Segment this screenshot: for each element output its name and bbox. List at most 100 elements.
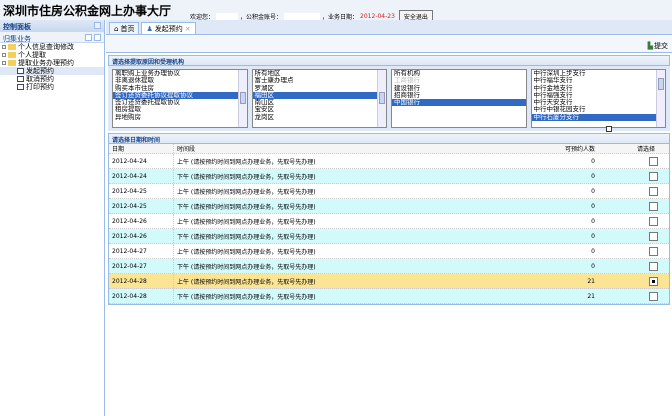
select-radio[interactable] xyxy=(649,231,658,241)
refresh-icon[interactable] xyxy=(85,34,92,41)
section-date-title: 请选择日期和时间 xyxy=(108,133,670,144)
app-header: 深圳市住房公积金网上办事大厅 欢迎您： ，公积金账号： ，业务日期： 2012-… xyxy=(0,0,672,23)
list-option[interactable]: 中国银行 xyxy=(392,98,526,107)
table-row[interactable]: 2012-04-24 下午 (请按预约时间到网点办理业务，先取号先办理) 0 xyxy=(109,169,669,184)
table-row[interactable]: 2012-04-25 上午 (请按预约时间到网点办理业务，先取号先办理) 0 xyxy=(109,184,669,199)
selection-lists: 离职购上业务办理协议 非离退休提取 购买本市住房 签订还贷委托协议提取协议 签订还贷委托… xyxy=(108,66,670,131)
section-reason-title: 请选择提取原因和受理机构 xyxy=(108,55,670,66)
tab-label: 首页 xyxy=(120,24,135,33)
tree-node[interactable]: 个人信息查询修改 xyxy=(0,43,104,51)
list-option[interactable]: 龙岗区 xyxy=(253,113,387,121)
tree-leaf-label: 打印预约 xyxy=(26,83,54,91)
select-radio[interactable] xyxy=(649,261,658,271)
page-icon xyxy=(17,68,24,74)
select-radio[interactable] xyxy=(649,186,658,196)
list-option[interactable]: 中行石厦分支行 xyxy=(531,113,665,122)
tab-home[interactable]: ⌂ 首页 xyxy=(109,22,140,34)
tree-leaf[interactable]: 打印预约 xyxy=(0,83,104,91)
scrollbar-thumb[interactable] xyxy=(239,92,246,104)
table-row[interactable]: 2012-04-27 下午 (请按预约时间到网点办理业务，先取号先办理) 0 xyxy=(109,259,669,274)
select-radio[interactable] xyxy=(649,246,658,256)
cell-count: 0 xyxy=(591,232,595,240)
table-row[interactable]: 2012-04-24 上午 (请按预约时间到网点办理业务，先取号先办理) 0 xyxy=(109,154,669,169)
table-row[interactable]: 2012-04-28 下午 (请按预约时间到网点办理业务，先取号先办理) 21 xyxy=(109,289,669,304)
cell-date: 2012-04-24 xyxy=(112,157,147,165)
cell-count: 0 xyxy=(591,157,595,165)
cell-select xyxy=(599,201,669,211)
app-title: 深圳市住房公积金网上办事大厅 xyxy=(3,4,172,18)
listbox[interactable]: 中行深圳上步支行 中行福华支行 中行金地支行 中行福强支行 中行天安支行 中行中银花园支行… xyxy=(530,69,666,128)
select-radio[interactable] xyxy=(649,171,658,181)
scrollbar[interactable] xyxy=(377,70,386,127)
page-icon xyxy=(17,76,24,82)
bizdate-value: 2012-04-23 xyxy=(360,13,395,20)
cell-count: 21 xyxy=(587,277,595,285)
cell-slot: 下午 (请按预约时间到网点办理业务，先取号先办理) xyxy=(173,199,539,213)
nav-tree: 个人信息查询修改 个人提取 提取业务办理预约 发起预约 取消预约 打印预约 xyxy=(0,43,104,91)
scrollbar[interactable] xyxy=(237,70,247,127)
cell-date: 2012-04-28 xyxy=(112,292,147,300)
collapse-icon[interactable] xyxy=(94,22,101,29)
select-radio[interactable] xyxy=(649,156,658,166)
tab-appointment[interactable]: ♟ 发起预约 × xyxy=(141,22,196,34)
expand-icon[interactable] xyxy=(2,53,6,57)
list-option[interactable]: 异地购房 xyxy=(113,113,247,121)
home-icon: ⌂ xyxy=(114,24,119,33)
cell-slot: 上午 (请按预约时间到网点办理业务，先取号先办理) xyxy=(173,214,539,228)
select-radio[interactable] xyxy=(649,291,658,301)
checkbox[interactable] xyxy=(606,126,612,132)
slot-table: 日期 时间段 可预约人数 请选择 2012-04-24 上午 (请按预约时间到网点… xyxy=(108,144,670,305)
table-row[interactable]: 2012-04-26 下午 (请按预约时间到网点办理业务，先取号先办理) 0 xyxy=(109,229,669,244)
select-radio[interactable] xyxy=(649,201,658,211)
header-count: 可预约人数 xyxy=(564,146,595,153)
cell-count: 0 xyxy=(591,202,595,210)
submit-button[interactable]: ▙ 提交 xyxy=(648,41,668,51)
cell-select xyxy=(599,261,669,271)
folder-icon xyxy=(8,44,16,50)
scrollbar-thumb[interactable] xyxy=(379,92,385,104)
group-header[interactable]: 归集业务 xyxy=(0,32,104,43)
select-radio[interactable] xyxy=(649,216,658,226)
cell-date: 2012-04-27 xyxy=(112,247,147,255)
cell-slot: 上午 (请按预约时间到网点办理业务，先取号先办理) xyxy=(173,244,539,258)
cell-select xyxy=(599,171,669,181)
expand-icon[interactable] xyxy=(2,61,6,65)
cell-count: 0 xyxy=(591,187,595,195)
cell-select xyxy=(599,291,669,301)
listbox[interactable]: 离职购上业务办理协议 非离退休提取 购买本市住房 签订还贷委托协议提取协议 签订还贷委托… xyxy=(112,69,248,128)
cell-date: 2012-04-27 xyxy=(112,262,147,270)
scrollbar-thumb[interactable] xyxy=(658,78,664,90)
cell-select xyxy=(599,216,669,226)
table-row[interactable]: 2012-04-28 上午 (请按预约时间到网点办理业务，先取号先办理) 21 xyxy=(109,274,669,289)
cell-date: 2012-04-26 xyxy=(112,217,147,225)
listbox[interactable]: 所有机构 工商银行 建设银行 招商银行 中国银行 xyxy=(391,69,527,128)
listbox[interactable]: 所有地区 富士康办理点 罗湖区 福田区 南山区 宝安区 龙岗区 xyxy=(251,69,387,128)
table-row[interactable]: 2012-04-26 上午 (请按预约时间到网点办理业务，先取号先办理) 0 xyxy=(109,214,669,229)
scrollbar[interactable] xyxy=(656,70,665,127)
header-slot: 时间段 xyxy=(173,144,539,153)
expand-icon[interactable] xyxy=(2,45,6,49)
header-date: 日期 xyxy=(112,146,125,153)
cell-slot: 下午 (请按预约时间到网点办理业务，先取号先办理) xyxy=(173,169,539,183)
page-icon xyxy=(17,84,24,90)
cell-count: 0 xyxy=(591,172,595,180)
table-row[interactable]: 2012-04-25 下午 (请按预约时间到网点办理业务，先取号先办理) 0 xyxy=(109,199,669,214)
table-header: 日期 时间段 可预约人数 请选择 xyxy=(109,144,669,154)
cell-date: 2012-04-26 xyxy=(112,232,147,240)
tab-bar: ⌂ 首页 ♟ 发起预约 × xyxy=(106,20,672,35)
folder-icon xyxy=(8,60,16,66)
cell-slot: 上午 (请按预约时间到网点办理业务，先取号先办理) xyxy=(173,184,539,198)
cell-select xyxy=(599,156,669,166)
minus-icon[interactable] xyxy=(94,34,101,41)
sidebar: 控制面板 归集业务 个人信息查询修改 个人提取 提取业务办理预约 发起预约 取消预约 打印… xyxy=(0,20,105,416)
close-icon[interactable]: × xyxy=(185,25,191,33)
cell-count: 21 xyxy=(587,292,595,300)
cell-count: 0 xyxy=(591,247,595,255)
user-icon: ♟ xyxy=(146,24,153,33)
cell-select xyxy=(599,276,669,286)
sidebar-title: 控制面板 xyxy=(3,23,31,31)
select-radio[interactable] xyxy=(649,276,658,286)
submit-label: 提交 xyxy=(654,42,668,50)
cell-date: 2012-04-28 xyxy=(112,277,147,285)
table-row[interactable]: 2012-04-27 上午 (请按预约时间到网点办理业务，先取号先办理) 0 xyxy=(109,244,669,259)
